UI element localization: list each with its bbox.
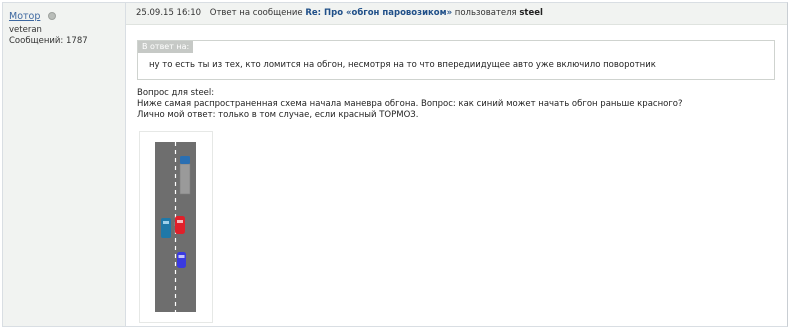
blue-car-windshield (178, 255, 185, 258)
messages-count: 1787 (66, 36, 88, 46)
body-line: Вопрос для steel: (137, 88, 215, 98)
messages-label: Сообщений: (9, 36, 64, 46)
post-date: 25.09.15 16:10 (136, 8, 202, 18)
author-rank: veteran (9, 25, 42, 35)
overtake-diagram-image (139, 131, 213, 323)
quote-label: В ответ на: (138, 41, 194, 53)
reply-user: steel (519, 8, 543, 18)
blue-car (177, 252, 186, 268)
red-car (175, 216, 185, 234)
body-line: Лично мой ответ: только в том случае, ес… (137, 110, 419, 120)
author-sidebar: Мотор veteran Сообщений: 1787 (3, 3, 126, 326)
post-body: Вопрос для steel: Ниже самая распростран… (137, 88, 683, 121)
forum-post: Мотор veteran Сообщений: 1787 25.09.15 1… (2, 2, 788, 327)
post-meta: 25.09.15 16:10 Ответ на сообщение Re: Пр… (136, 8, 543, 18)
truck-trailer (179, 163, 191, 195)
truck-cab (180, 156, 190, 164)
author-message-count: Сообщений: 1787 (9, 36, 88, 46)
author-row: Мотор (9, 10, 57, 22)
post-header: 25.09.15 16:10 Ответ на сообщение Re: Пр… (126, 3, 787, 25)
user-prefix: пользователя (454, 8, 517, 18)
quote-block: В ответ на: ну то есть ты из тех, кто ло… (137, 40, 775, 80)
reply-link[interactable]: Re: Про «обгон паровозиком» (305, 8, 452, 18)
red-car-windshield (177, 220, 183, 223)
road-diagram (155, 142, 196, 312)
quote-text: ну то есть ты из тех, кто ломится на обг… (149, 60, 656, 70)
teal-car-windshield (163, 221, 169, 224)
post-main: 25.09.15 16:10 Ответ на сообщение Re: Пр… (126, 3, 787, 326)
offline-status-icon (48, 12, 57, 20)
body-line: Ниже самая распространенная схема начала… (137, 99, 683, 109)
author-link[interactable]: Мотор (9, 11, 40, 22)
reply-prefix: Ответ на сообщение (209, 8, 303, 18)
